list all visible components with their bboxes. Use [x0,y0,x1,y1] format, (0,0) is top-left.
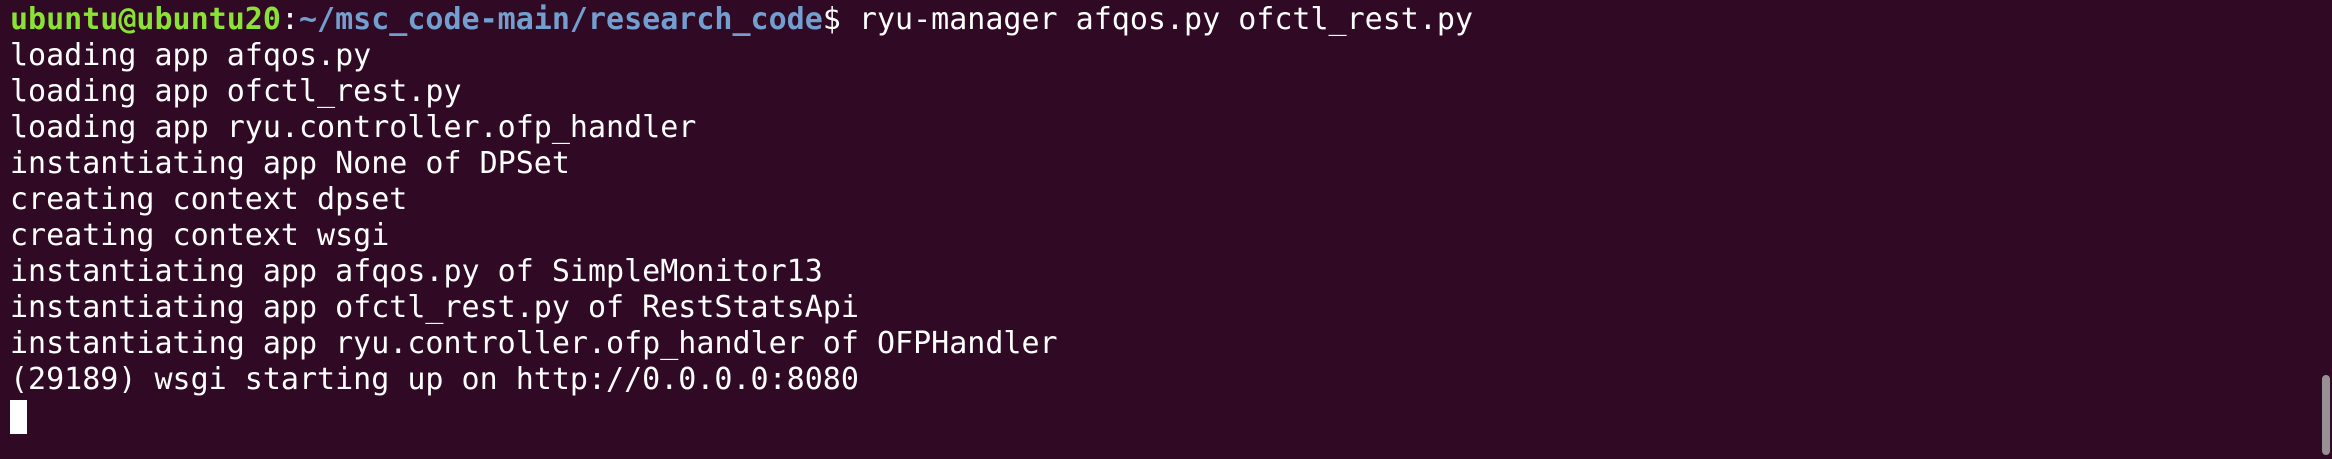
scrollbar-thumb[interactable] [2322,375,2330,455]
output-line: loading app ofctl_rest.py [10,74,462,109]
prompt-line: ubuntu@ubuntu20:~/msc_code-main/research… [10,2,2332,38]
prompt-colon: : [280,2,299,37]
output-line: creating context wsgi [10,218,390,253]
prompt-user-host: ubuntu@ubuntu20 [10,2,281,37]
output-line: instantiating app afqos.py of SimpleMoni… [10,254,823,289]
output-line: loading app afqos.py [10,38,372,73]
prompt-symbol: $ [822,2,841,37]
output-line: (29189) wsgi starting up on http://0.0.0… [10,362,859,397]
cursor-line[interactable] [10,398,2332,434]
output-line: instantiating app ofctl_rest.py of RestS… [10,290,859,325]
text-cursor [10,400,27,434]
output-line: loading app ryu.controller.ofp_handler [10,110,697,145]
terminal-window[interactable]: ubuntu@ubuntu20:~/msc_code-main/research… [0,0,2332,459]
prompt-path: ~/msc_code-main/research_code [299,2,823,37]
command-text: ryu-manager afqos.py ofctl_rest.py [840,2,1474,37]
output-line: instantiating app ryu.controller.ofp_han… [10,326,1058,361]
scrollbar[interactable] [2320,0,2332,459]
output-line: instantiating app None of DPSet [10,146,570,181]
output-line: creating context dpset [10,182,408,217]
